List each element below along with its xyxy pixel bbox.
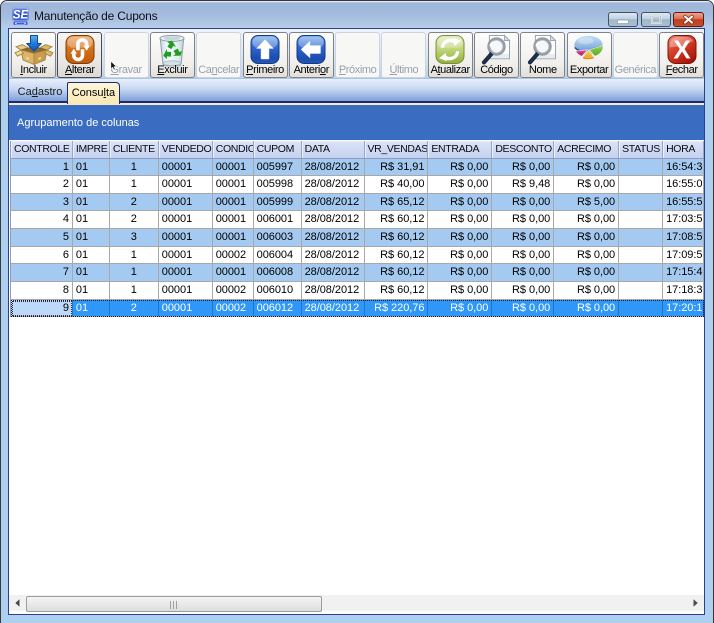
svg-text:SE: SE xyxy=(13,10,29,22)
svg-text:X: X xyxy=(673,35,691,65)
